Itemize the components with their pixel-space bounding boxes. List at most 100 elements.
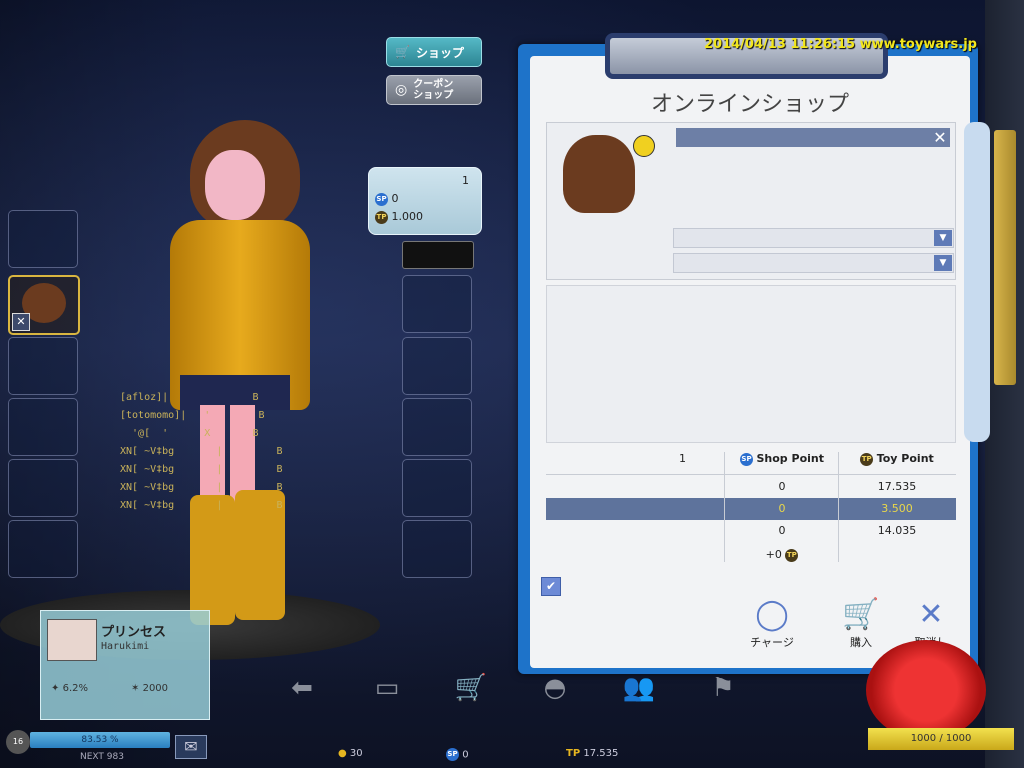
item-thumbnail	[563, 135, 635, 213]
character-boot-left	[190, 495, 235, 625]
hp-bar: 1000 / 1000	[868, 728, 1014, 750]
stat-2: ✶ 2000	[131, 683, 168, 694]
coupon-label-line2: ショップ	[413, 90, 454, 101]
bubble-tp: 1.000	[391, 210, 424, 223]
item-slot-1[interactable]	[402, 275, 472, 333]
stat-1-icon: ✦	[51, 683, 60, 694]
header-qty: 1	[679, 452, 686, 465]
mail-icon[interactable]: ✉	[175, 735, 207, 759]
item-slot-5[interactable]	[402, 520, 472, 578]
side-scroll-tab[interactable]	[994, 130, 1016, 385]
buy-label: 購入	[850, 636, 872, 649]
sp-icon: SP	[446, 748, 459, 761]
exp-bar: 83.53 %	[30, 732, 170, 748]
coupon-button-label: クーポン ショップ	[413, 79, 453, 101]
chat-line: XN[ ~V‡bg | B	[120, 500, 283, 511]
stat-1: ✦ 6.2%	[51, 683, 88, 694]
equip-slot-hair[interactable]: ✕	[8, 275, 80, 335]
header-tp-label: Toy Point	[876, 452, 934, 465]
item-slot-4[interactable]	[402, 459, 472, 517]
divider	[546, 474, 956, 475]
row-tp: 3.500	[881, 502, 913, 515]
table-row-selected[interactable]: 0 3.500	[546, 498, 956, 520]
remove-icon[interactable]: ✕	[12, 313, 30, 331]
item-name-bar	[676, 128, 950, 147]
equip-slot-1[interactable]	[8, 210, 78, 268]
row-sp: 0	[778, 502, 786, 515]
friends-icon[interactable]: 👥	[619, 672, 659, 704]
option-dropdown-2[interactable]: ▼	[673, 253, 954, 273]
buy-button[interactable]: 🛒 購入	[836, 596, 886, 650]
item-badge-icon	[633, 135, 655, 157]
option-dropdown-1[interactable]: ▼	[673, 228, 954, 248]
capsule-icon[interactable]: ◓	[535, 672, 575, 704]
row-tp: 14.035	[877, 524, 917, 537]
character-face	[205, 150, 265, 220]
avatar	[47, 619, 97, 661]
folder-icon[interactable]: ▭	[367, 672, 407, 704]
stat-2-value: 2000	[142, 683, 169, 694]
gold-display: ● 30	[338, 748, 363, 759]
chat-line: '@[ ' X B	[120, 428, 259, 439]
next-exp: NEXT 983	[80, 752, 124, 762]
preview-toggle[interactable]	[402, 241, 474, 269]
sp-display: SP 0	[446, 748, 469, 761]
equip-slot-6[interactable]	[8, 520, 78, 578]
tp-icon: TP	[375, 210, 388, 224]
header-sp-label: Shop Point	[756, 452, 825, 465]
sp-icon: SP	[375, 192, 388, 206]
header-shop-point: SP Shop Point	[726, 448, 838, 470]
scrollbar-track[interactable]	[964, 122, 990, 442]
tp-value: 17.535	[583, 748, 619, 759]
chevron-down-icon[interactable]: ▼	[934, 230, 952, 246]
charge-ring-icon: ◯	[755, 596, 789, 632]
profile-card: プリンセス Harukimi ✦ 6.2% ✶ 2000	[40, 610, 210, 720]
flag-icon[interactable]: ⚑	[703, 672, 743, 704]
table-row[interactable]: 0 17.535	[546, 476, 956, 498]
tp-display: TP 17.535	[566, 748, 618, 759]
confirm-checkbox[interactable]: ✔	[541, 577, 561, 596]
coupon-label-line1: クーポン	[413, 79, 454, 90]
price-bubble: 1 SP 0 TP 1.000	[368, 167, 482, 235]
shop-button[interactable]: 🛒 ショップ	[386, 37, 482, 67]
shop-title: オンラインショップ	[650, 92, 849, 117]
sp-icon: SP	[740, 452, 753, 466]
level-badge: 16	[6, 730, 30, 754]
header-toy-point: TP Toy Point	[838, 448, 956, 470]
player-name: Harukimi	[101, 641, 150, 652]
bonus-row: +0 TP	[546, 544, 956, 566]
chat-line: XN[ ~V‡bg | B	[120, 482, 283, 493]
equip-slot-3[interactable]	[8, 337, 78, 395]
divider	[838, 452, 839, 562]
cart-nav-icon[interactable]: 🛒	[451, 672, 491, 704]
back-arrow-icon[interactable]: ⬅	[282, 672, 322, 704]
coupon-shop-button[interactable]: ◎ クーポン ショップ	[386, 75, 482, 105]
charge-button[interactable]: ◯ チャージ	[745, 596, 799, 650]
chat-line: [totomomo]| ' B	[120, 410, 265, 421]
stat-1-value: 6.2%	[62, 683, 88, 694]
item-description-box	[546, 285, 956, 443]
equip-slot-5[interactable]	[8, 459, 78, 517]
tp-icon: TP	[785, 548, 799, 562]
close-icon: ✕	[918, 596, 944, 632]
row-sp: 0	[778, 480, 786, 493]
bonus-value: +0 TP	[726, 544, 838, 566]
item-slot-3[interactable]	[402, 398, 472, 456]
table-row[interactable]: 0 14.035	[546, 520, 956, 542]
cart-icon: 🛒	[395, 45, 410, 59]
tp-icon: TP	[860, 452, 874, 466]
stat-2-icon: ✶	[131, 683, 140, 694]
equip-slot-4[interactable]	[8, 398, 78, 456]
close-icon[interactable]: ✕	[930, 128, 950, 147]
bonus-label: +0	[765, 548, 782, 561]
item-slot-2[interactable]	[402, 337, 472, 395]
shop-button-label: ショップ	[415, 45, 464, 60]
row-sp: 0	[778, 524, 786, 537]
charge-label: チャージ	[750, 636, 794, 649]
cart-icon: 🛒	[842, 596, 880, 632]
chevron-down-icon[interactable]: ▼	[934, 255, 952, 271]
start-button[interactable]	[866, 640, 986, 740]
tp-label: TP	[566, 748, 581, 759]
timestamp-overlay: 2014/04/13 11:26:15 www.toywars.jp	[704, 37, 977, 52]
player-title: プリンセス	[101, 625, 167, 640]
